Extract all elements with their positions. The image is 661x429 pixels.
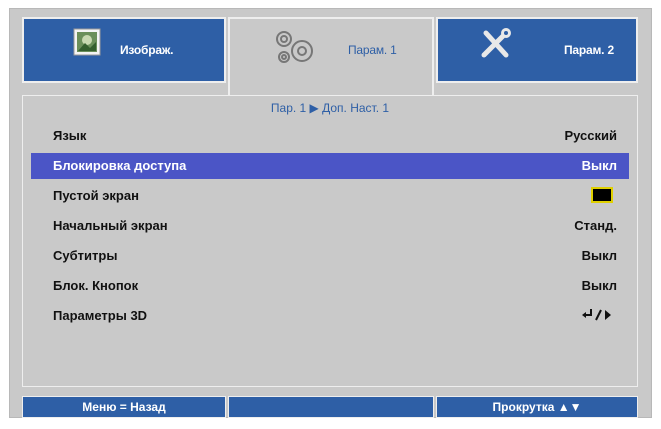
gears-icon — [272, 27, 318, 67]
setting-row-start-screen[interactable]: Начальный экран Станд. — [31, 213, 629, 239]
breadcrumb: Пар. 1 ▶ Доп. Наст. 1 — [270, 101, 390, 115]
setting-row-button-lock[interactable]: Блок. Кнопок Выкл — [31, 273, 629, 299]
tab-settings-1-label: Парам. 1 — [348, 43, 397, 57]
setting-label: Блок. Кнопок — [53, 278, 139, 293]
menu-back-hint: Меню = Назад — [22, 396, 226, 418]
setting-row-3d-settings[interactable]: Параметры 3D — [31, 303, 629, 329]
footer-middle-bar — [228, 396, 434, 418]
tab-image[interactable]: Изображ. — [22, 17, 226, 83]
tab-settings-2[interactable]: Парам. 2 — [436, 17, 638, 83]
menu-back-hint-label: Меню = Назад — [82, 400, 166, 414]
setting-row-access-lock[interactable]: Блокировка доступа Выкл — [31, 153, 629, 179]
setting-value: Станд. — [574, 218, 617, 233]
setting-value: Выкл — [581, 248, 617, 263]
setting-label: Субтитры — [53, 248, 118, 263]
tab-image-label: Изображ. — [120, 43, 174, 57]
setting-label: Язык — [53, 128, 87, 143]
setting-value: Выкл — [581, 278, 617, 293]
setting-value: Выкл — [581, 158, 617, 173]
image-icon — [72, 27, 102, 57]
setting-row-subtitles[interactable]: Субтитры Выкл — [31, 243, 629, 269]
tools-icon — [478, 27, 514, 61]
setting-label: Параметры 3D — [53, 308, 148, 323]
setting-label: Начальный экран — [53, 218, 168, 233]
setting-row-language[interactable]: Язык Русский — [31, 123, 629, 149]
scroll-hint-label: Прокрутка ▲▼ — [492, 400, 582, 414]
enter-arrow-icon — [581, 307, 615, 328]
blank-screen-color-swatch — [591, 187, 613, 203]
setting-label: Пустой экран — [53, 188, 139, 203]
setting-label: Блокировка доступа — [53, 158, 187, 173]
tab-settings-1[interactable]: Парам. 1 — [228, 17, 434, 97]
tab-settings-2-label: Парам. 2 — [564, 43, 614, 57]
setting-value: Русский — [564, 128, 617, 143]
settings-panel: Пар. 1 ▶ Доп. Наст. 1 Язык Русский Блоки… — [22, 95, 638, 387]
scroll-hint: Прокрутка ▲▼ — [436, 396, 638, 418]
setting-row-blank-screen[interactable]: Пустой экран — [31, 183, 629, 209]
